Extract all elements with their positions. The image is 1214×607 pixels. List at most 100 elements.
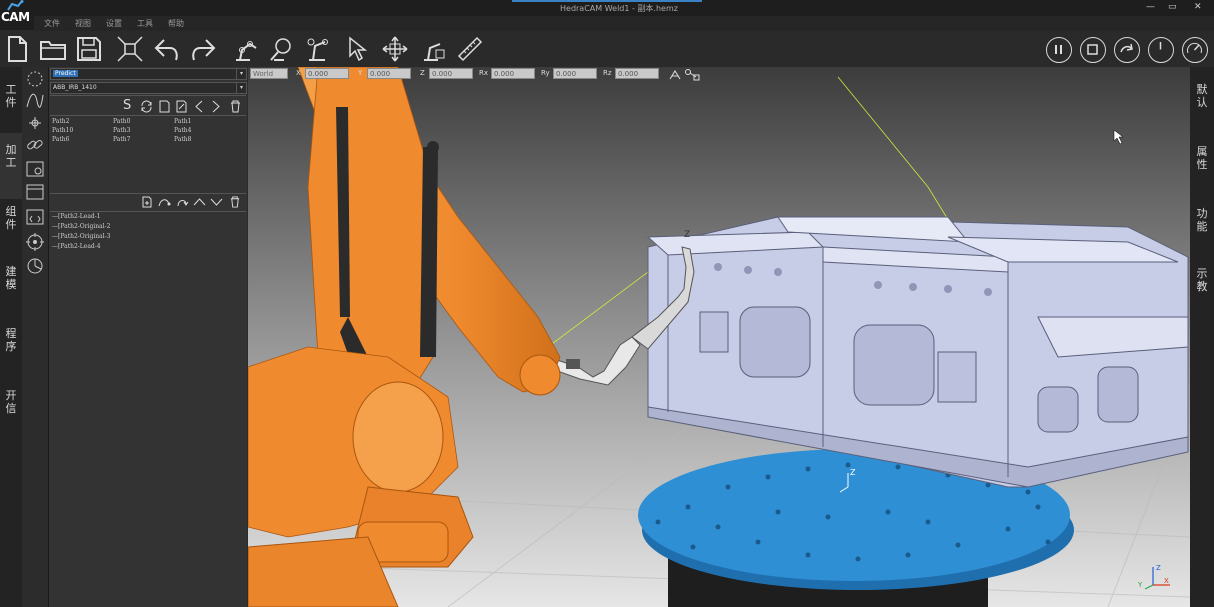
close-button[interactable]: ✕ bbox=[1194, 2, 1202, 12]
move-icon[interactable] bbox=[380, 34, 410, 64]
add-document-icon[interactable] bbox=[141, 196, 153, 208]
rail-tab-properties[interactable]: 属性 bbox=[1190, 145, 1214, 171]
rail-tab-label: 工件 bbox=[5, 83, 17, 109]
path-item[interactable]: Path8 bbox=[174, 136, 191, 143]
path-reverse-icon[interactable] bbox=[175, 196, 189, 208]
rail-tab-label: 程序 bbox=[5, 327, 17, 353]
path-item[interactable]: Path7 bbox=[113, 136, 130, 143]
path-select-icon[interactable] bbox=[25, 69, 45, 89]
path-item[interactable]: Path10 bbox=[52, 127, 73, 134]
robot-teach-icon[interactable] bbox=[418, 34, 448, 64]
rail-tab-machining[interactable]: 加工 bbox=[0, 133, 22, 199]
trash-icon[interactable] bbox=[229, 196, 241, 208]
chevron-down-icon: ▾ bbox=[236, 69, 246, 79]
step-button[interactable] bbox=[1114, 37, 1140, 63]
pick-point-icon[interactable] bbox=[668, 67, 682, 81]
chevron-left-icon[interactable] bbox=[193, 100, 206, 113]
3d-viewport[interactable]: Z Z Z X Y bbox=[248, 67, 1190, 607]
window-icon[interactable] bbox=[25, 182, 45, 202]
refresh-icon[interactable] bbox=[140, 100, 153, 113]
path-item[interactable]: Path3 bbox=[113, 127, 130, 134]
path-item[interactable]: Path4 bbox=[174, 127, 191, 134]
coord-label-rz: Rz bbox=[603, 69, 612, 77]
coord-input-rz[interactable]: 0.000 bbox=[615, 68, 659, 79]
move-down-icon[interactable] bbox=[210, 197, 223, 207]
robot-arm-icon[interactable] bbox=[230, 34, 260, 64]
rail-tab-label: 组件 bbox=[5, 205, 17, 231]
point-add-icon[interactable] bbox=[25, 113, 45, 133]
robot-tool-icon[interactable] bbox=[266, 34, 296, 64]
coord-input-rx[interactable]: 0.000 bbox=[491, 68, 535, 79]
undo-icon[interactable] bbox=[152, 34, 182, 64]
rail-tab-teach[interactable]: 示教 bbox=[1190, 267, 1214, 293]
title-bar: HedraCAM Weld1 - 副本.hemz — ▭ ✕ bbox=[0, 0, 1214, 16]
curve-icon[interactable] bbox=[25, 91, 45, 111]
menu-help[interactable]: 帮助 bbox=[168, 18, 184, 29]
document-icon[interactable] bbox=[158, 100, 171, 113]
stop-button[interactable] bbox=[1080, 37, 1106, 63]
redo-icon[interactable] bbox=[188, 34, 218, 64]
minimize-button[interactable]: — bbox=[1146, 2, 1155, 12]
path-item[interactable]: Path2 bbox=[52, 118, 69, 125]
code-window-icon[interactable] bbox=[25, 207, 45, 227]
rail-tab-label: 示教 bbox=[1196, 267, 1208, 293]
trash-icon[interactable] bbox=[229, 100, 242, 113]
rail-tab-program[interactable]: 程序 bbox=[0, 327, 22, 353]
chevron-down-icon: ▾ bbox=[236, 83, 246, 93]
coord-input-z[interactable]: 0.000 bbox=[429, 68, 473, 79]
robot-pose-icon[interactable] bbox=[684, 67, 700, 81]
open-folder-icon[interactable] bbox=[38, 34, 68, 64]
path-item[interactable]: Path0 bbox=[113, 118, 130, 125]
divider bbox=[50, 211, 246, 212]
robot-home-icon[interactable] bbox=[303, 34, 333, 64]
rail-tab-default[interactable]: 默认 bbox=[1190, 83, 1214, 109]
triad-z-label: Z bbox=[1156, 564, 1161, 572]
robot-dropdown[interactable]: ABB_IRB_1410 ▾ bbox=[50, 82, 247, 94]
s-path-icon[interactable]: S bbox=[123, 98, 131, 113]
pie-analysis-icon[interactable] bbox=[25, 256, 45, 276]
coord-input-ry[interactable]: 0.000 bbox=[553, 68, 597, 79]
link-icon[interactable] bbox=[25, 135, 45, 155]
fit-view-icon[interactable] bbox=[115, 34, 145, 64]
save-icon[interactable] bbox=[74, 34, 104, 64]
rail-tab-label: 功能 bbox=[1196, 207, 1208, 233]
gear-settings-icon[interactable] bbox=[25, 159, 45, 179]
coord-input-x[interactable]: 0.000 bbox=[305, 68, 349, 79]
select-cursor-icon[interactable] bbox=[344, 34, 374, 64]
rail-tab-component[interactable]: 组件 bbox=[0, 205, 22, 231]
tree-item[interactable]: —[Path2-Lead-1 bbox=[52, 213, 101, 220]
mode-dropdown[interactable]: Predict ▾ bbox=[50, 68, 247, 80]
chevron-right-icon[interactable] bbox=[209, 100, 222, 113]
divider bbox=[50, 95, 246, 96]
ruler-icon[interactable] bbox=[455, 34, 485, 64]
path-item[interactable]: Path6 bbox=[52, 136, 69, 143]
pause-button[interactable] bbox=[1046, 37, 1072, 63]
menu-view[interactable]: 视图 bbox=[75, 18, 91, 29]
menu-settings[interactable]: 设置 bbox=[106, 18, 122, 29]
new-file-icon[interactable] bbox=[2, 34, 32, 64]
rail-tab-label: 默认 bbox=[1196, 83, 1208, 109]
coord-input-y[interactable]: 0.000 bbox=[367, 68, 411, 79]
edit-document-icon[interactable] bbox=[175, 100, 188, 113]
reset-button[interactable] bbox=[1148, 37, 1174, 63]
rail-tab-modeling[interactable]: 建模 bbox=[0, 265, 22, 291]
move-up-icon[interactable] bbox=[193, 197, 206, 207]
rail-tab-workpiece[interactable]: 工件 bbox=[0, 83, 22, 109]
restore-button[interactable]: ▭ bbox=[1168, 2, 1177, 12]
scene-canvas[interactable]: Z Z Z X Y bbox=[248, 67, 1190, 607]
menu-file[interactable]: 文件 bbox=[44, 18, 60, 29]
rail-tab-label: 属性 bbox=[1196, 145, 1208, 171]
menu-tools[interactable]: 工具 bbox=[137, 18, 153, 29]
tree-item[interactable]: —[Path2-Original-2 bbox=[52, 223, 110, 230]
gauge-zero-icon bbox=[1159, 42, 1162, 50]
frame-select[interactable]: World bbox=[250, 68, 288, 79]
path-edit-icon[interactable] bbox=[157, 196, 171, 208]
target-icon[interactable] bbox=[25, 232, 45, 252]
rail-tab-functions[interactable]: 功能 bbox=[1190, 207, 1214, 233]
speed-button[interactable] bbox=[1182, 37, 1208, 63]
tree-item[interactable]: —[Path2-Lead-4 bbox=[52, 243, 101, 250]
tree-item[interactable]: —[Path2-Original-3 bbox=[52, 233, 110, 240]
frame-select-value: World bbox=[253, 70, 274, 78]
rail-tab-info[interactable]: 开信 bbox=[0, 389, 22, 415]
path-item[interactable]: Path1 bbox=[174, 118, 191, 125]
